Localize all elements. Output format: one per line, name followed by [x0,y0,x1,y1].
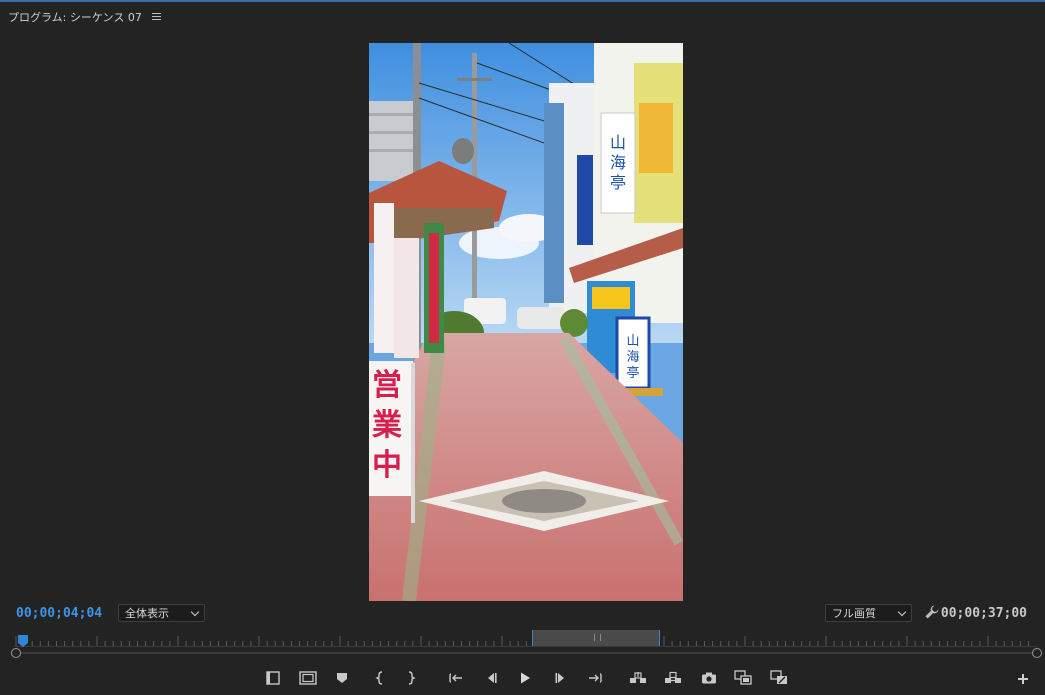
current-timecode[interactable]: 00;00;04;04 [16,606,102,621]
go-to-in-button[interactable] [446,669,466,687]
time-ruler[interactable] [14,630,1038,648]
video-frame-image: 山 海 亭 山 海 亭 営 業 中 [369,43,683,601]
panel-header: プログラム: シーケンス 07 [8,9,162,25]
mark-in-button[interactable] [370,669,390,687]
svg-text:亭: 亭 [626,365,639,381]
svg-text:山: 山 [626,334,639,349]
comparison-view-icon [734,670,752,686]
chevron-down-icon [190,607,200,617]
mark-out-button[interactable] [401,669,421,687]
marker-icon [266,671,280,685]
marker-shield-icon [336,671,348,685]
export-frame-button[interactable] [699,669,719,687]
proxy-toggle-button[interactable] [769,669,789,687]
panel-title[interactable]: プログラム: シーケンス 07 [8,9,142,25]
transport-controls [0,669,1045,687]
plus-icon[interactable] [1016,671,1030,685]
step-forward-icon [554,671,568,685]
go-to-out-button[interactable] [585,669,605,687]
wrench-icon[interactable] [924,604,940,620]
mark-out-icon [406,671,416,685]
panel-focus-line [0,0,1045,2]
zoom-scroll-left-handle[interactable] [11,648,21,658]
program-monitor-video[interactable]: 山 海 亭 山 海 亭 営 業 中 [369,43,683,601]
in-out-range[interactable] [532,630,660,646]
play-icon [518,671,532,685]
svg-text:営: 営 [372,368,402,403]
svg-text:海: 海 [626,350,639,365]
chevron-down-icon [897,607,907,617]
svg-text:業: 業 [372,408,402,443]
svg-text:海: 海 [610,153,626,172]
step-back-button[interactable] [481,669,501,687]
sequence-duration: 00;00;37;00 [940,606,1027,621]
play-button[interactable] [515,669,535,687]
comparison-view-button[interactable] [733,669,753,687]
add-marker-button[interactable] [263,669,283,687]
lift-button[interactable] [628,669,648,687]
add-marker-shield-button[interactable] [332,669,352,687]
extract-icon [664,671,682,685]
playhead[interactable] [18,633,28,647]
svg-text:中: 中 [372,448,402,483]
hamburger-menu-icon[interactable] [151,13,162,21]
step-back-icon [484,671,498,685]
go-to-in-icon [448,671,464,685]
step-forward-button[interactable] [551,669,571,687]
camera-icon [701,671,717,685]
svg-text:亭: 亭 [610,173,626,192]
proxy-toggle-icon [770,670,788,686]
lift-icon [629,671,647,685]
zoom-scroll-track[interactable] [16,652,1037,654]
playback-resolution-dropdown[interactable]: フル画質 [825,604,912,622]
zoom-level-value: 全体表示 [125,607,169,620]
mark-in-icon [375,671,385,685]
range-grip-handle[interactable] [594,634,601,641]
ruler-baseline [14,646,1038,647]
go-to-out-icon [587,671,603,685]
safe-margins-button[interactable] [298,669,318,687]
svg-text:山: 山 [610,133,626,152]
zoom-level-dropdown[interactable]: 全体表示 [118,604,205,622]
zoom-scroll-right-handle[interactable] [1032,648,1042,658]
safe-margins-icon [299,671,317,685]
extract-button[interactable] [663,669,683,687]
playback-resolution-value: フル画質 [832,607,876,620]
